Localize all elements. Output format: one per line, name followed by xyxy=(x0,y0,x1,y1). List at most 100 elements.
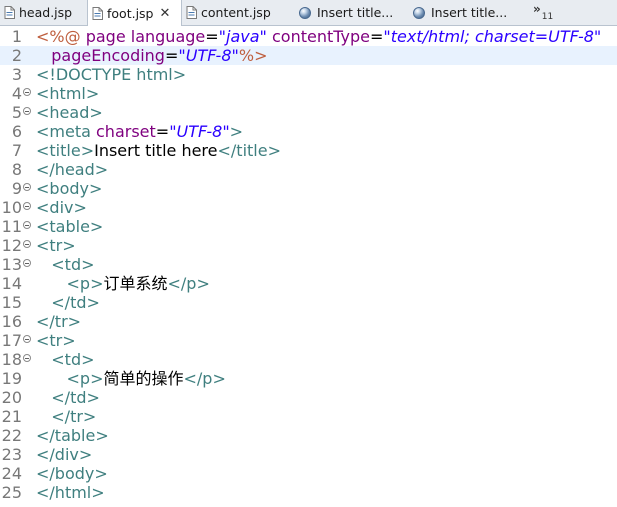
code-line[interactable]: 5 <head> xyxy=(0,103,617,122)
tab-browser-insert-title-1[interactable]: Insert title... xyxy=(285,0,401,25)
code-line[interactable]: 19 <p>简单的操作</p> xyxy=(0,369,617,388)
code-line[interactable]: 12 <tr> xyxy=(0,236,617,255)
code-line[interactable]: 15 </td> xyxy=(0,293,617,312)
fold-collapse-icon[interactable] xyxy=(23,259,31,267)
code-line[interactable]: 23 </div> xyxy=(0,445,617,464)
code-token: language xyxy=(130,27,206,46)
code-token: </td> xyxy=(51,293,100,312)
code-token: </td> xyxy=(51,388,100,407)
tab-label: head.jsp xyxy=(19,5,73,20)
fold-collapse-icon[interactable] xyxy=(23,354,31,362)
code-token: </p> xyxy=(167,274,210,293)
code-text: <body> xyxy=(36,179,102,198)
fold-collapse-icon[interactable] xyxy=(23,88,31,96)
code-line[interactable]: 16 </tr> xyxy=(0,312,617,331)
jsp-file-icon xyxy=(4,6,15,19)
code-token: </tr> xyxy=(51,407,97,426)
code-text: </head> xyxy=(36,160,108,179)
code-token: %> xyxy=(238,46,268,65)
tab-label: content.jsp xyxy=(201,5,271,20)
code-text: </div> xyxy=(36,445,92,464)
line-number: 12 xyxy=(1,236,22,255)
code-text: </body> xyxy=(36,464,108,483)
tab-label: Insert title... xyxy=(431,5,508,20)
code-text: pageEncoding="UTF-8"%> xyxy=(36,46,267,65)
code-line[interactable]: 2 pageEncoding="UTF-8"%> xyxy=(0,46,617,65)
code-line[interactable]: 14 <p>订单系统</p> xyxy=(0,274,617,293)
line-number: 25 xyxy=(1,483,22,502)
code-line[interactable]: 3 <!DOCTYPE html> xyxy=(0,65,617,84)
code-token: </head> xyxy=(36,160,109,179)
code-line[interactable]: 10 <div> xyxy=(0,198,617,217)
code-editor[interactable]: 1 <%@ page language="java" contentType="t… xyxy=(0,26,617,507)
code-token: <%@ xyxy=(36,27,86,46)
line-number: 3 xyxy=(11,65,22,84)
line-number: 19 xyxy=(1,369,22,388)
line-number: 11 xyxy=(1,217,22,236)
code-token: 订单系统 xyxy=(103,274,168,293)
line-number: 16 xyxy=(1,312,22,331)
code-line[interactable]: 13 <td> xyxy=(0,255,617,274)
code-token: <table> xyxy=(36,217,104,236)
code-token: <tr> xyxy=(36,236,76,255)
code-token: > xyxy=(229,122,244,141)
tab-foot-jsp[interactable]: foot.jsp ✕ xyxy=(87,0,182,26)
fold-collapse-icon[interactable] xyxy=(23,221,31,229)
code-line[interactable]: 18 <td> xyxy=(0,350,617,369)
code-line[interactable]: 11 <table> xyxy=(0,217,617,236)
code-line[interactable]: 9 <body> xyxy=(0,179,617,198)
line-number: 18 xyxy=(1,350,22,369)
close-icon[interactable]: ✕ xyxy=(160,6,171,21)
code-token: "UTF-8" xyxy=(169,122,230,141)
code-line[interactable]: 7 <title>Insert title here</title> xyxy=(0,141,617,160)
code-token: pageEncoding xyxy=(51,46,165,65)
tab-browser-insert-title-2[interactable]: Insert title... xyxy=(401,0,521,25)
fold-collapse-icon[interactable] xyxy=(23,240,31,248)
code-token: </tr> xyxy=(36,312,82,331)
code-token: <td> xyxy=(51,255,95,274)
line-number: 8 xyxy=(11,160,22,179)
code-line[interactable]: 1 <%@ page language="java" contentType="t… xyxy=(0,27,617,46)
fold-collapse-icon[interactable] xyxy=(23,335,31,343)
code-text: </td> xyxy=(36,293,100,312)
tab-content-jsp[interactable]: content.jsp xyxy=(182,0,285,25)
browser-globe-icon xyxy=(413,6,425,19)
line-number: 5 xyxy=(11,103,22,122)
browser-globe-icon xyxy=(299,6,311,19)
code-token: page xyxy=(85,27,131,46)
code-text: <table> xyxy=(36,217,103,236)
tab-head-jsp[interactable]: head.jsp xyxy=(0,0,87,25)
tab-overflow-button[interactable]: »11 xyxy=(533,2,553,22)
code-token: <html> xyxy=(36,84,100,103)
code-token: <meta xyxy=(36,122,96,141)
code-line[interactable]: 21 </tr> xyxy=(0,407,617,426)
code-text: <meta charset="UTF-8"> xyxy=(36,122,243,141)
code-text: </table> xyxy=(36,426,109,445)
code-line[interactable]: 24 </body> xyxy=(0,464,617,483)
code-token: <!DOCTYPE html> xyxy=(36,65,187,84)
code-line[interactable]: 8 </head> xyxy=(0,160,617,179)
code-token: </body> xyxy=(36,464,108,483)
line-number: 4 xyxy=(11,84,22,103)
fold-collapse-icon[interactable] xyxy=(23,202,31,210)
line-number: 13 xyxy=(1,255,22,274)
editor-tab-bar: head.jsp foot.jsp ✕ content.jsp Insert t… xyxy=(0,0,617,26)
code-token: 简单的操作 xyxy=(103,369,184,388)
fold-collapse-icon[interactable] xyxy=(23,107,31,115)
code-line[interactable]: 6 <meta charset="UTF-8"> xyxy=(0,122,617,141)
code-line[interactable]: 25 </html> xyxy=(0,483,617,502)
code-line[interactable]: 20 </td> xyxy=(0,388,617,407)
code-line[interactable]: 4 <html> xyxy=(0,84,617,103)
code-token: <tr> xyxy=(36,331,76,350)
code-token: "text/html; charset=UTF-8" xyxy=(383,27,602,46)
code-text: <html> xyxy=(36,84,99,103)
code-line[interactable]: 22 </table> xyxy=(0,426,617,445)
code-token: </table> xyxy=(36,426,109,445)
code-line[interactable]: 17 <tr> xyxy=(0,331,617,350)
code-text: </html> xyxy=(36,483,105,502)
code-token: <td> xyxy=(51,350,95,369)
fold-collapse-icon[interactable] xyxy=(23,183,31,191)
